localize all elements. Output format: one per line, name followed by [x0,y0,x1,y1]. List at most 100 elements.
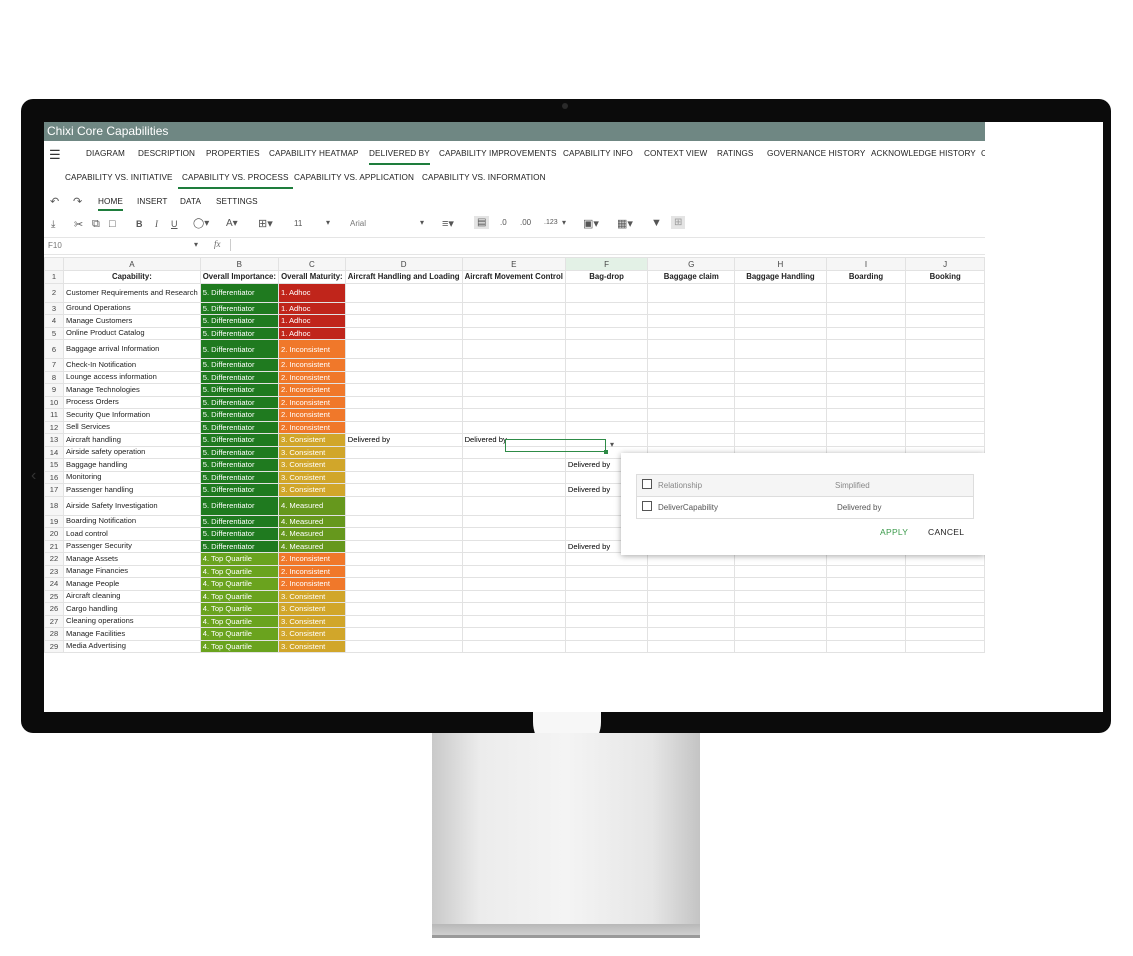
capability-cell[interactable]: Passenger handling [63,483,201,497]
relationship-cell[interactable] [905,408,985,422]
importance-cell[interactable]: 4. Top Quartile [199,589,279,603]
column-header-h[interactable]: H [734,257,827,271]
relationship-cell[interactable] [825,408,907,422]
relationship-cell[interactable] [564,395,649,409]
capability-cell[interactable]: Customer Requirements and Research [63,282,201,303]
relationship-cell[interactable] [461,514,566,528]
relationship-cell[interactable] [564,627,649,641]
tab-context-view[interactable]: CONTEXT VIEW [644,149,707,158]
row-number[interactable]: 4 [44,314,65,328]
relationship-cell[interactable] [344,614,463,628]
relationship-cell[interactable] [647,602,736,616]
maturity-cell[interactable]: 2. Inconsistent [277,358,346,372]
relationship-cell[interactable] [564,326,649,340]
relationship-cell[interactable] [734,282,827,303]
tab-properties[interactable]: PROPERTIES [206,149,260,158]
relationship-cell[interactable] [344,514,463,528]
relationship-cell[interactable] [734,339,827,359]
row-number[interactable]: 28 [44,627,65,641]
relationship-cell[interactable] [344,326,463,340]
relationship-cell[interactable] [825,577,907,591]
maturity-cell[interactable]: 2. Inconsistent [277,420,346,434]
importance-cell[interactable]: 5. Differentiator [199,314,279,328]
relationship-cell[interactable] [905,383,985,397]
relationship-cell[interactable] [461,358,566,372]
redo-icon[interactable]: ↷ [73,195,82,208]
capability-cell[interactable]: Monitoring [63,470,201,484]
cancel-button[interactable]: CANCEL [928,527,964,537]
importance-cell[interactable]: 5. Differentiator [199,395,279,409]
relationship-cell[interactable] [461,495,566,516]
header-cell[interactable]: Capability: [63,270,201,284]
capability-cell[interactable]: Lounge access information [63,370,201,384]
relationship-cell[interactable] [825,370,907,384]
relationship-cell[interactable] [344,564,463,578]
relationship-cell[interactable] [344,358,463,372]
capability-cell[interactable]: Online Product Catalog [63,326,201,340]
relationship-cell[interactable] [344,602,463,616]
relationship-cell[interactable] [344,552,463,566]
capability-cell[interactable]: Ground Operations [63,301,201,315]
relationship-cell[interactable] [344,483,463,497]
relationship-cell[interactable] [344,301,463,315]
maturity-cell[interactable]: 1. Adhoc [277,282,346,303]
relationship-cell[interactable] [344,339,463,359]
row-number[interactable]: 10 [44,395,65,409]
relationship-cell[interactable] [734,433,827,447]
row-number[interactable]: 16 [44,470,65,484]
relationship-cell[interactable] [344,383,463,397]
relationship-cell[interactable] [647,589,736,603]
maturity-cell[interactable]: 4. Measured [277,495,346,516]
relationship-cell[interactable] [734,301,827,315]
relationship-cell[interactable] [647,339,736,359]
maturity-cell[interactable]: 3. Consistent [277,602,346,616]
decrease-decimal-icon[interactable]: .00 [520,218,531,227]
relationship-cell[interactable] [564,564,649,578]
relationship-cell[interactable] [734,614,827,628]
relationship-cell[interactable] [344,420,463,434]
header-cell[interactable]: Booking [905,270,985,284]
relationship-cell[interactable] [734,383,827,397]
subtab-capability-vs-application[interactable]: CAPABILITY VS. APPLICATION [294,173,414,182]
relationship-cell[interactable] [461,614,566,628]
relationship-cell[interactable] [734,420,827,434]
selected-cell[interactable] [505,439,606,452]
relationship-cell[interactable] [825,282,907,303]
relationship-cell[interactable] [647,408,736,422]
row-number[interactable]: 7 [44,358,65,372]
relationship-cell[interactable] [564,614,649,628]
relationship-cell[interactable] [461,395,566,409]
relationship-cell[interactable] [461,577,566,591]
header-cell[interactable]: Overall Importance: [199,270,279,284]
relationship-cell[interactable] [905,358,985,372]
relationship-cell[interactable] [905,395,985,409]
column-header-j[interactable]: J [905,257,985,271]
relationship-cell[interactable] [905,577,985,591]
relationship-cell[interactable] [461,339,566,359]
relationship-cell[interactable] [564,639,649,653]
relationship-cell[interactable] [647,395,736,409]
relationship-cell[interactable] [905,433,985,447]
chevron-down-icon[interactable]: ▾ [326,218,330,227]
relationship-cell[interactable] [344,445,463,459]
relationship-cell[interactable]: Delivered by [344,433,463,447]
capability-cell[interactable]: Security Que Information [63,408,201,422]
relationship-cell[interactable] [344,395,463,409]
paste-icon[interactable]: □ [109,218,116,230]
relationship-cell[interactable] [344,539,463,553]
relationship-cell[interactable] [461,408,566,422]
capability-cell[interactable]: Aircraft cleaning [63,589,201,603]
capability-cell[interactable]: Manage Assets [63,552,201,566]
relationship-cell[interactable] [734,358,827,372]
select-all-checkbox[interactable] [642,479,652,489]
relationship-cell[interactable] [647,577,736,591]
row-number[interactable]: 5 [44,326,65,340]
maturity-cell[interactable]: 1. Adhoc [277,301,346,315]
tab-capability-heatmap[interactable]: CAPABILITY HEATMAP [269,149,359,158]
relationship-cell[interactable] [905,639,985,653]
importance-cell[interactable]: 5. Differentiator [199,483,279,497]
row-number[interactable]: 21 [44,539,65,553]
relationship-cell[interactable] [461,370,566,384]
header-cell[interactable]: Overall Maturity: [277,270,346,284]
tab-delivered-by[interactable]: DELIVERED BY [369,149,430,165]
